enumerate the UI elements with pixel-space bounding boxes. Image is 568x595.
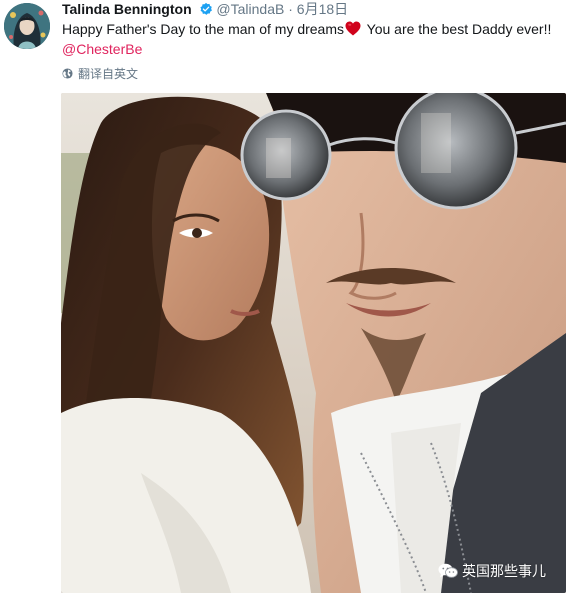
separator-dot: · [288, 1, 293, 17]
tweet-date[interactable]: 6月18日 [297, 1, 348, 17]
globe-icon [62, 68, 73, 79]
translate-label: 翻译自英文 [78, 67, 139, 81]
heart-emoji-icon [345, 21, 361, 36]
tweet-text: Happy Father's Day to the man of my drea… [62, 19, 562, 59]
tweet-header: Talinda Bennington @TalindaB · 6月18日 [62, 0, 348, 18]
watermark: 英国那些事儿 [438, 560, 546, 582]
wechat-icon [438, 563, 458, 578]
selfie-photo [61, 93, 566, 593]
avatar-illustration [4, 3, 50, 49]
translate-link[interactable]: 翻译自英文 [62, 66, 138, 82]
handle[interactable]: @TalindaB [216, 1, 284, 17]
avatar[interactable] [4, 3, 50, 49]
tweet-photo[interactable] [61, 93, 566, 593]
watermark-text: 英国那些事儿 [462, 563, 546, 579]
display-name[interactable]: Talinda Bennington [62, 1, 192, 17]
tweet: Talinda Bennington @TalindaB · 6月18日 Hap… [0, 0, 568, 595]
tweet-text-part-2: You are the best Daddy ever!! [363, 21, 552, 37]
verified-badge-icon [199, 2, 212, 15]
tweet-text-part-1: Happy Father's Day to the man of my drea… [62, 21, 345, 37]
mention-link[interactable]: @ChesterBe [62, 41, 142, 57]
